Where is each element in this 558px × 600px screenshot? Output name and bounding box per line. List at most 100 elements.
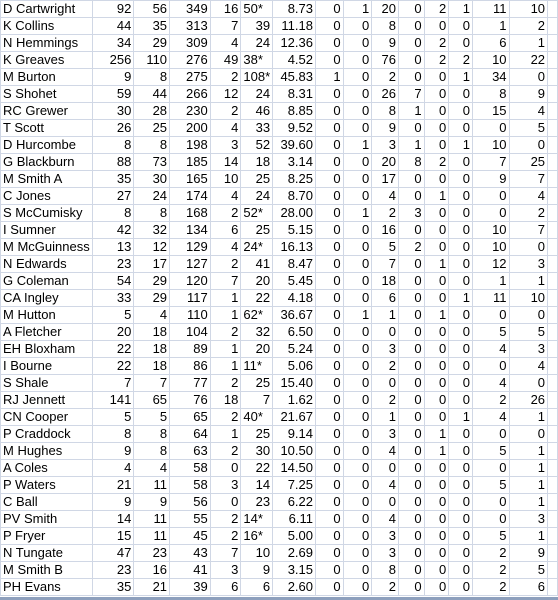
player-name-cell[interactable]: A Fletcher — [0, 323, 93, 341]
stat-cell[interactable]: 12 — [209, 85, 242, 103]
stat-cell[interactable]: 0 — [471, 459, 510, 477]
stat-cell[interactable]: 0 — [315, 544, 344, 562]
stat-cell[interactable]: 0 — [471, 204, 510, 222]
empty-cell[interactable] — [547, 255, 558, 273]
stat-cell[interactable]: 6 — [471, 34, 510, 52]
stat-cell[interactable]: 2 — [508, 17, 549, 35]
stat-cell[interactable]: 8.25 — [272, 170, 316, 188]
stat-cell[interactable]: 165 — [169, 170, 211, 188]
stat-cell[interactable]: 0 — [397, 170, 425, 188]
stat-cell[interactable]: 0 — [397, 289, 425, 307]
stat-cell[interactable]: 8.31 — [272, 85, 316, 103]
stat-cell[interactable]: 0 — [342, 374, 373, 392]
stat-cell[interactable]: 2 — [209, 102, 242, 120]
stat-cell[interactable]: 24 — [240, 187, 274, 205]
stat-cell[interactable]: 0 — [397, 561, 425, 579]
stat-cell[interactable]: 0 — [315, 85, 344, 103]
stat-cell[interactable]: 8.47 — [272, 255, 316, 273]
stat-cell[interactable]: 1 — [423, 442, 450, 460]
empty-cell[interactable] — [547, 68, 558, 86]
stat-cell[interactable]: 15 — [91, 527, 135, 545]
stat-cell[interactable]: 7 — [133, 374, 171, 392]
stat-cell[interactable]: 26 — [91, 119, 135, 137]
stat-cell[interactable]: 9.14 — [272, 425, 316, 443]
player-name-cell[interactable]: CN Cooper — [0, 408, 93, 426]
player-name-cell[interactable]: S Shale — [0, 374, 93, 392]
stat-cell[interactable]: 14 — [91, 510, 135, 528]
stat-cell[interactable]: 0 — [448, 238, 473, 256]
stat-cell[interactable]: 15 — [471, 102, 510, 120]
stat-cell[interactable]: 1 — [448, 0, 473, 18]
stat-cell[interactable]: 2 — [423, 153, 450, 171]
stat-cell[interactable]: 3 — [371, 340, 399, 358]
stat-cell[interactable]: 39 — [240, 17, 274, 35]
stat-cell[interactable]: 0 — [397, 459, 425, 477]
stat-cell[interactable]: 2 — [209, 204, 242, 222]
empty-cell[interactable] — [547, 136, 558, 154]
stat-cell[interactable]: 1 — [448, 68, 473, 86]
stat-cell[interactable]: 1 — [397, 136, 425, 154]
stat-cell[interactable]: 38* — [240, 51, 274, 69]
stat-cell[interactable]: 6 — [240, 578, 274, 596]
stat-cell[interactable]: 34 — [471, 68, 510, 86]
stat-cell[interactable]: 14* — [240, 510, 274, 528]
empty-cell[interactable] — [547, 170, 558, 188]
stat-cell[interactable]: 0 — [371, 323, 399, 341]
stat-cell[interactable]: 64 — [169, 425, 211, 443]
stat-cell[interactable]: 0 — [342, 102, 373, 120]
stat-cell[interactable]: 0 — [448, 527, 473, 545]
stat-cell[interactable]: 20 — [371, 153, 399, 171]
stat-cell[interactable]: 5 — [471, 442, 510, 460]
stat-cell[interactable]: 0 — [397, 51, 425, 69]
stat-cell[interactable]: 0 — [315, 578, 344, 596]
stat-cell[interactable]: 0 — [342, 425, 373, 443]
stat-cell[interactable]: 0 — [342, 561, 373, 579]
stat-cell[interactable]: 0 — [342, 476, 373, 494]
stat-cell[interactable]: 0 — [342, 442, 373, 460]
stat-cell[interactable]: 9 — [91, 493, 135, 511]
stat-cell[interactable]: 52* — [240, 204, 274, 222]
stat-cell[interactable]: 10 — [508, 0, 549, 18]
stat-cell[interactable]: 4 — [209, 34, 242, 52]
stat-cell[interactable]: 0 — [448, 85, 473, 103]
stat-cell[interactable]: 1 — [342, 0, 373, 18]
stat-cell[interactable]: 0 — [371, 493, 399, 511]
stat-cell[interactable]: 4 — [508, 357, 549, 375]
stat-cell[interactable]: 0 — [315, 187, 344, 205]
stat-cell[interactable]: 1 — [508, 493, 549, 511]
stat-cell[interactable]: 134 — [169, 221, 211, 239]
stat-cell[interactable]: 12 — [471, 255, 510, 273]
stat-cell[interactable]: 0 — [423, 221, 450, 239]
stat-cell[interactable]: 25 — [240, 374, 274, 392]
stat-cell[interactable]: 5 — [508, 323, 549, 341]
stat-cell[interactable]: 1 — [508, 527, 549, 545]
stat-cell[interactable]: 1 — [209, 340, 242, 358]
stat-cell[interactable]: 0 — [315, 510, 344, 528]
stat-cell[interactable]: 168 — [169, 204, 211, 222]
stat-cell[interactable]: 0 — [397, 544, 425, 562]
stat-cell[interactable]: 44 — [133, 85, 171, 103]
empty-cell[interactable] — [547, 493, 558, 511]
stat-cell[interactable]: 0 — [342, 323, 373, 341]
stat-cell[interactable]: 6.50 — [272, 323, 316, 341]
stat-cell[interactable]: 0 — [397, 34, 425, 52]
stat-cell[interactable]: 0 — [448, 442, 473, 460]
stat-cell[interactable]: 9.52 — [272, 119, 316, 137]
stat-cell[interactable]: 8 — [397, 153, 425, 171]
player-name-cell[interactable]: S Shohet — [0, 85, 93, 103]
stat-cell[interactable]: 1 — [209, 289, 242, 307]
stat-cell[interactable]: 0 — [371, 459, 399, 477]
stat-cell[interactable]: 47 — [91, 544, 135, 562]
stat-cell[interactable]: 0 — [315, 272, 344, 290]
empty-cell[interactable] — [547, 544, 558, 562]
stat-cell[interactable]: 141 — [91, 391, 135, 409]
stat-cell[interactable]: 18 — [133, 323, 171, 341]
player-name-cell[interactable]: I Sumner — [0, 221, 93, 239]
player-name-cell[interactable]: RC Grewer — [0, 102, 93, 120]
stat-cell[interactable]: 8.70 — [272, 187, 316, 205]
stat-cell[interactable]: 117 — [169, 289, 211, 307]
stat-cell[interactable]: 5 — [471, 323, 510, 341]
stat-cell[interactable]: 33 — [240, 119, 274, 137]
stat-cell[interactable]: 4 — [371, 442, 399, 460]
stat-cell[interactable]: 16 — [371, 221, 399, 239]
